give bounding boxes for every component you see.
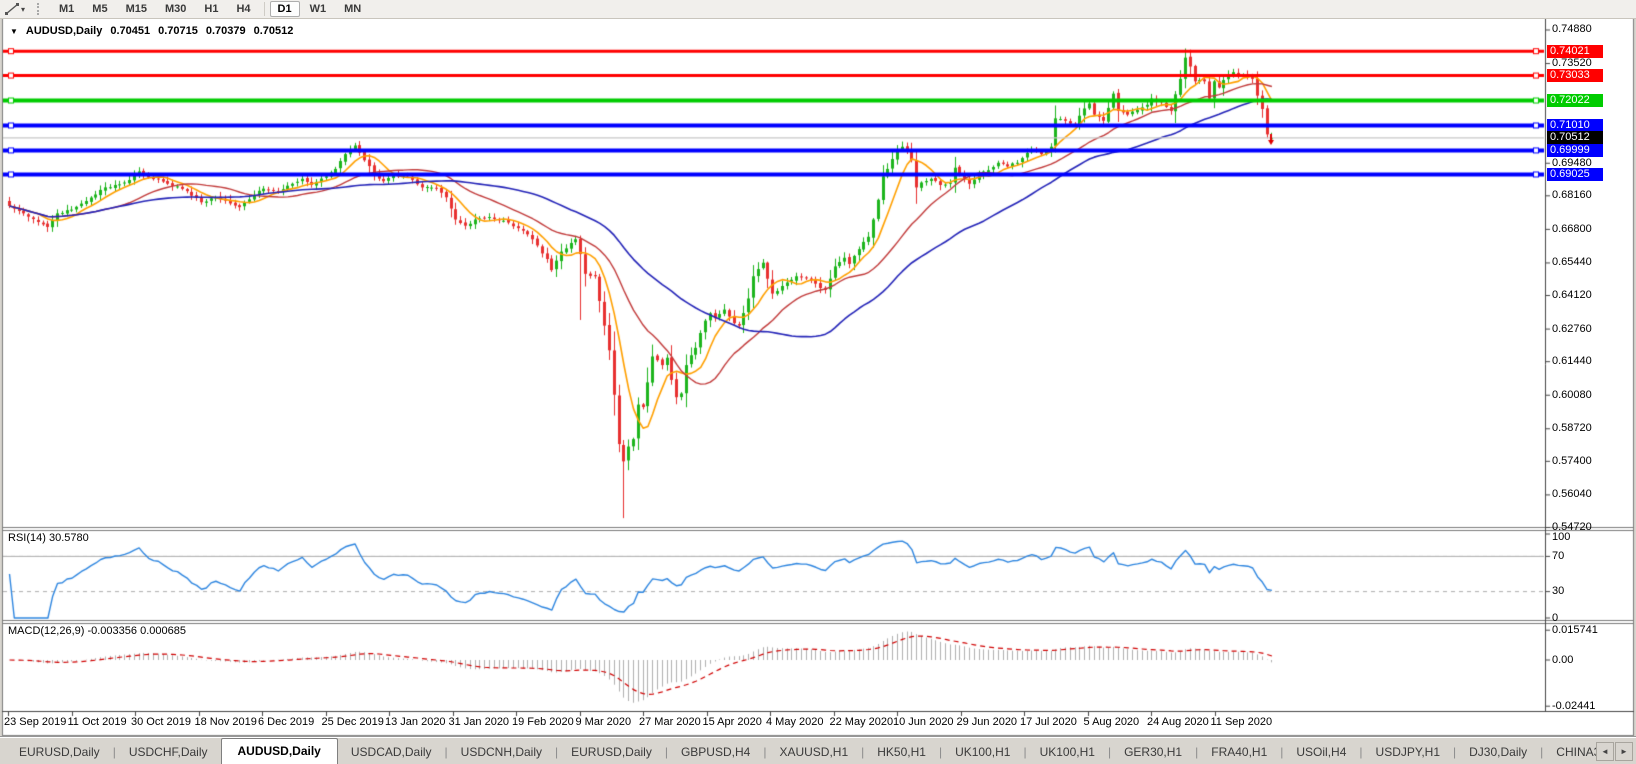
tab-eurusd-daily[interactable]: EURUSD,Daily [558,740,665,764]
timeframe-button-h1[interactable]: H1 [196,1,226,17]
tab-fra40-h1[interactable]: FRA40,H1 [1198,740,1280,764]
toolbar-separator [263,2,265,16]
tab-audusd-daily[interactable]: AUDUSD,Daily [220,738,338,764]
terminal-window: ▾ M1 M5 M15 M30 H1 H4 D1 W1 MN ▼ AUDUSD,Daily 0.… [0,0,1636,764]
tab-dj30-daily[interactable]: DJ30,Daily [1456,740,1540,764]
chart-tabs: EURUSD,Daily | USDCHF,Daily AUDUSD,Daily USD… [0,737,1636,764]
tab-gbpusd-h4[interactable]: GBPUSD,H4 [668,740,763,764]
tab-scroll-right-icon[interactable]: ► [1615,742,1633,761]
toolbar-grip [37,3,41,15]
timeframe-button-h4[interactable]: H4 [228,1,258,17]
timeframe-button-m15[interactable]: M15 [118,1,155,17]
toolbar: ▾ M1 M5 M15 M30 H1 H4 D1 W1 MN [0,0,1636,19]
tab-eurusd-daily[interactable]: EURUSD,Daily [6,740,113,764]
timeframe-button-d1[interactable]: D1 [269,1,300,17]
timeframe-button-m5[interactable]: M5 [84,1,115,17]
tab-usdjpy-h1[interactable]: USDJPY,H1 [1363,740,1453,764]
tab-usdcnh-daily[interactable]: USDCNH,Daily [448,740,555,764]
line-tool-icon[interactable] [4,2,20,16]
tab-usdcad-daily[interactable]: USDCAD,Daily [338,740,445,764]
tab-hk50-h1[interactable]: HK50,H1 [864,740,939,764]
timeframe-button-m30[interactable]: M30 [157,1,194,17]
tab-usoil-h4[interactable]: USOil,H4 [1283,740,1359,764]
tool-dropdown-caret[interactable]: ▾ [21,5,25,14]
chart-tab-bar: EURUSD,Daily | USDCHF,Daily AUDUSD,Daily USD… [0,736,1636,764]
price-chart-canvas[interactable] [0,0,1636,764]
tab-scroll-left-icon[interactable]: ◄ [1596,742,1614,761]
tab-ger30-h1[interactable]: GER30,H1 [1111,740,1195,764]
tab-xauusd-h1[interactable]: XAUUSD,H1 [766,740,861,764]
tab-uk100-h1[interactable]: UK100,H1 [1027,740,1108,764]
timeframe-button-mn[interactable]: MN [336,1,369,17]
timeframe-button-w1[interactable]: W1 [302,1,335,17]
tab-uk100-h1[interactable]: UK100,H1 [942,740,1023,764]
timeframe-button-m1[interactable]: M1 [51,1,82,17]
tab-usdchf-daily[interactable]: USDCHF,Daily [116,740,221,764]
line-tool-group: ▾ [4,2,25,16]
timeframe-buttons: M1 M5 M15 M30 H1 H4 D1 W1 MN [50,1,370,17]
tab-scroll-arrows: ◄ ► [1596,742,1633,761]
